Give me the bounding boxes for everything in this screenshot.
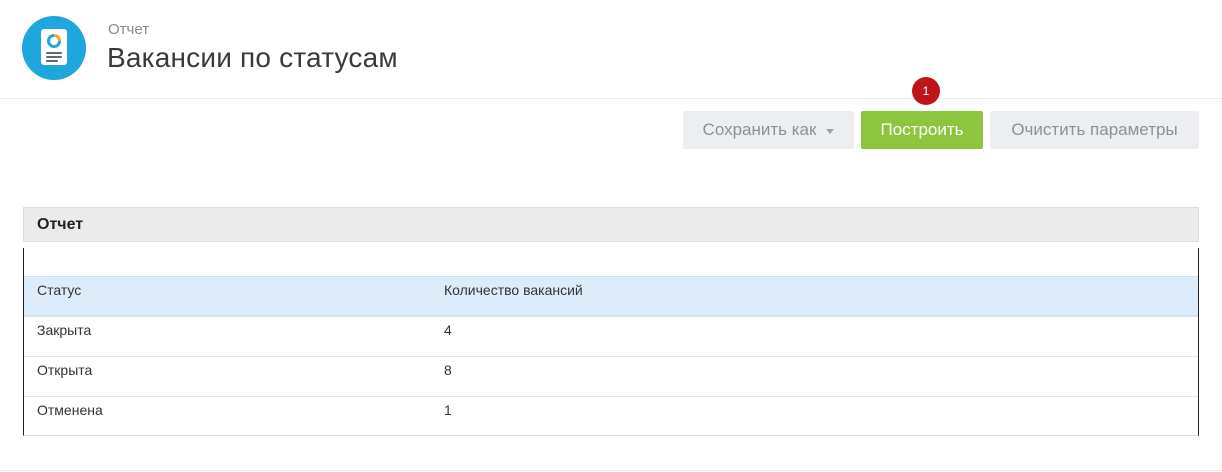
status-cell: Отменена <box>37 402 103 418</box>
save-as-button[interactable]: Сохранить как <box>683 111 854 149</box>
page-header: Отчет Вакансии по статусам <box>0 0 1222 99</box>
page-subtitle: Отчет <box>108 21 150 38</box>
count-cell: 8 <box>444 362 452 378</box>
status-cell: Закрыта <box>37 322 92 338</box>
clear-params-button[interactable]: Очистить параметры <box>990 111 1199 149</box>
save-as-label: Сохранить как <box>702 120 817 139</box>
status-cell: Открыта <box>37 362 93 378</box>
divider <box>0 470 1222 471</box>
report-table: Статус Количество вакансий Закрыта 4 Отк… <box>23 248 1199 436</box>
report-panel-title: Отчет <box>23 207 1199 242</box>
table-row: Открыта 8 <box>24 356 1198 396</box>
count-cell: 1 <box>444 402 452 418</box>
build-button[interactable]: Построить <box>861 111 983 149</box>
column-header-status: Статус <box>37 282 82 298</box>
page: Отчет Вакансии по статусам 1 Сохранить к… <box>0 0 1222 472</box>
step-badge: 1 <box>912 77 940 105</box>
page-title: Вакансии по статусам <box>107 42 398 73</box>
table-row: Отменена 1 <box>24 396 1198 436</box>
caret-down-icon <box>826 128 835 134</box>
table-row: Закрыта 4 <box>24 316 1198 356</box>
column-header-count: Количество вакансий <box>444 282 583 298</box>
table-header-row: Статус Количество вакансий <box>24 276 1198 316</box>
count-cell: 4 <box>444 322 452 338</box>
report-document-icon <box>22 16 86 80</box>
